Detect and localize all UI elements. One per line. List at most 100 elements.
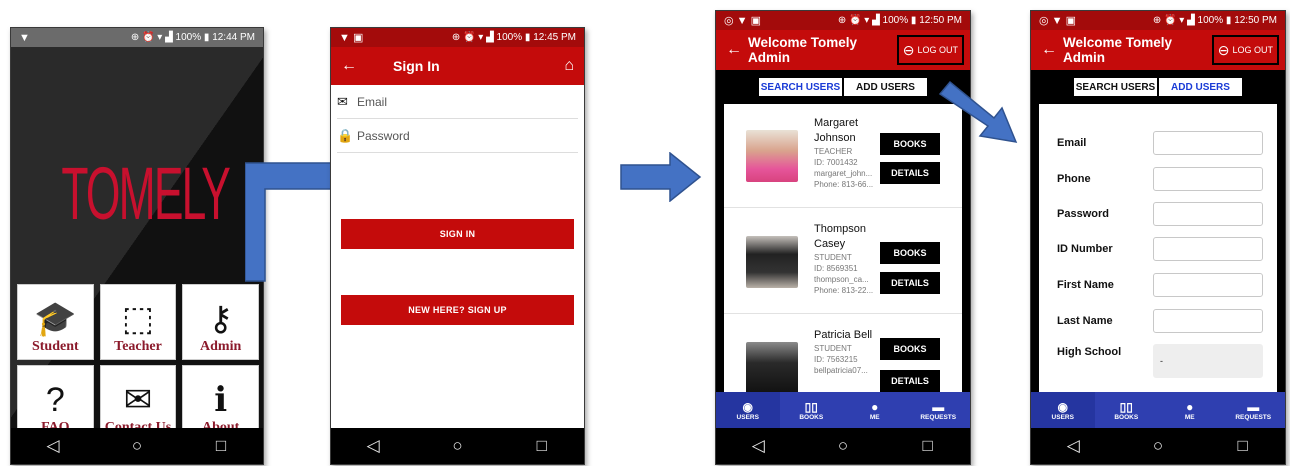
status-bar: ▼ ⊕ ⏰ ▾ ▟ 100% ▮ 12:44 PM (11, 28, 263, 47)
page-title: Welcome Tomely Admin (1063, 35, 1173, 65)
tab-search-users[interactable]: SEARCH USERS (1073, 77, 1158, 97)
sign-up-button[interactable]: NEW HERE? SIGN UP (341, 295, 574, 325)
signin-form: ✉ Email 🔒 Password SIGN IN NEW HERE? SIG… (331, 85, 584, 428)
home-nav-button[interactable]: ○ (823, 436, 863, 456)
back-nav-button[interactable]: ◁ (353, 436, 393, 456)
first-name-label: First Name (1057, 279, 1114, 291)
books-button[interactable]: BOOKS (880, 338, 940, 360)
list-item: Thompson Casey STUDENT ID: 8569351 thomp… (724, 210, 962, 314)
system-nav-bar: ◁ ○ □ (11, 428, 263, 464)
back-nav-button[interactable]: ◁ (33, 436, 73, 456)
bottom-nav-users[interactable]: ◉ USERS (1031, 392, 1095, 428)
flow-arrow-diagonal (938, 80, 1018, 143)
bottom-nav-me[interactable]: ● ME (843, 392, 907, 428)
chat-icon: ▬ (1247, 399, 1260, 414)
app-logo: TOMELY (61, 152, 230, 235)
id-number-input[interactable] (1153, 237, 1263, 261)
back-arrow-icon[interactable]: ← (1041, 41, 1063, 59)
status-time: 12:44 PM (212, 32, 255, 43)
page-title: Welcome Tomely Admin (748, 35, 858, 65)
recents-nav-button[interactable]: □ (201, 436, 241, 456)
system-nav-bar: ◁ ○ □ (1031, 428, 1285, 464)
tile-label: Admin (200, 339, 242, 354)
form-row-high-school: High School - (1057, 344, 1263, 378)
role-grid: 🎓 Student ⬚ Teacher ⚷ Admin ? FAQ ✉ Cont… (17, 284, 259, 441)
password-input[interactable] (1153, 202, 1263, 226)
back-nav-button[interactable]: ◁ (1053, 436, 1093, 456)
form-row-first-name: First Name (1057, 272, 1263, 298)
tab-add-users[interactable]: ADD USERS (843, 77, 928, 97)
details-button[interactable]: DETAILS (880, 370, 940, 392)
details-button[interactable]: DETAILS (880, 162, 940, 184)
email-field[interactable]: ✉ Email (337, 85, 578, 119)
bottom-nav-requests[interactable]: ▬ REQUESTS (907, 392, 971, 428)
list-item: Patricia Bell STUDENT ID: 7563215 bellpa… (724, 316, 962, 392)
book-icon: ▯▯ (1119, 399, 1133, 414)
home-nav-button[interactable]: ○ (437, 436, 477, 456)
tile-student[interactable]: 🎓 Student (17, 284, 94, 360)
tile-admin[interactable]: ⚷ Admin (182, 284, 259, 360)
user-list: Margaret Johnson TEACHER ID: 7001432 mar… (724, 104, 962, 392)
person-icon: ● (871, 399, 879, 414)
admin-add-phone: ◎ ▼ ▣ ⊕ ⏰ ▾ ▟ 100% ▮ 12:50 PM ← Welcome … (1030, 10, 1286, 465)
phone-input[interactable] (1153, 167, 1263, 191)
tab-search-users[interactable]: SEARCH USERS (758, 77, 843, 97)
last-name-label: Last Name (1057, 315, 1113, 327)
github-icon: ◉ (742, 399, 753, 414)
email-input[interactable] (1153, 131, 1263, 155)
notification-icons: ◎ ▼ ▣ (1039, 15, 1076, 27)
back-arrow-icon[interactable]: ← (341, 57, 369, 75)
email-placeholder: Email (357, 94, 388, 109)
admin-key-icon: ⚷ (208, 300, 234, 338)
envelope-icon: ✉ (337, 93, 348, 109)
recents-nav-button[interactable]: □ (908, 436, 948, 456)
battery-level: 100% (496, 32, 523, 43)
tab-strip: SEARCH USERS ADD USERS (716, 70, 970, 104)
status-time: 12:50 PM (919, 15, 962, 26)
page-title: Sign In (393, 58, 440, 74)
bottom-nav-users[interactable]: ◉ USERS (716, 392, 780, 428)
system-nav-bar: ◁ ○ □ (331, 428, 584, 464)
notification-icons: ◎ ▼ ▣ (724, 15, 761, 27)
tabs: SEARCH USERS ADD USERS (1073, 77, 1243, 97)
home-nav-button[interactable]: ○ (1138, 436, 1178, 456)
back-nav-button[interactable]: ◁ (738, 436, 778, 456)
bottom-nav-books[interactable]: ▯▯ BOOKS (780, 392, 844, 428)
form-row-last-name: Last Name (1057, 308, 1263, 334)
password-field[interactable]: 🔒 Password (337, 119, 578, 153)
sign-in-button[interactable]: SIGN IN (341, 219, 574, 249)
avatar (746, 342, 798, 392)
logout-button[interactable]: ⊖ LOG OUT (896, 35, 964, 65)
tab-strip: SEARCH USERS ADD USERS (1031, 70, 1285, 104)
logout-button[interactable]: ⊖ LOG OUT (1211, 35, 1279, 65)
battery-level: 100% (1197, 15, 1224, 26)
recents-nav-button[interactable]: □ (1223, 436, 1263, 456)
tab-add-users[interactable]: ADD USERS (1158, 77, 1243, 97)
status-bar: ◎ ▼ ▣ ⊕ ⏰ ▾ ▟ 100% ▮ 12:50 PM (1031, 11, 1285, 30)
id-number-label: ID Number (1057, 243, 1113, 255)
person-icon: ● (1186, 399, 1194, 414)
high-school-select[interactable]: - (1153, 344, 1263, 378)
books-button[interactable]: BOOKS (880, 242, 940, 264)
recents-nav-button[interactable]: □ (522, 436, 562, 456)
flow-arrow-right (620, 152, 702, 202)
first-name-input[interactable] (1153, 273, 1263, 297)
bottom-nav-requests[interactable]: ▬ REQUESTS (1222, 392, 1286, 428)
back-arrow-icon[interactable]: ← (726, 41, 748, 59)
details-button[interactable]: DETAILS (880, 272, 940, 294)
signin-app-bar: ← Sign In ⌂ (331, 47, 584, 85)
phone-label: Phone (1057, 173, 1091, 185)
home-nav-button[interactable]: ○ (117, 436, 157, 456)
books-button[interactable]: BOOKS (880, 133, 940, 155)
envelope-icon: ✉ (123, 381, 153, 419)
add-user-form: Email Phone Password ID Number First Nam… (1039, 104, 1277, 392)
last-name-input[interactable] (1153, 309, 1263, 333)
tile-teacher[interactable]: ⬚ Teacher (99, 284, 177, 360)
home-icon[interactable]: ⌂ (564, 57, 574, 75)
password-placeholder: Password (357, 128, 410, 143)
bottom-nav-books[interactable]: ▯▯ BOOKS (1095, 392, 1159, 428)
email-label: Email (1057, 137, 1087, 149)
bottom-nav-me[interactable]: ● ME (1158, 392, 1222, 428)
info-bubble-icon: ℹ (214, 381, 228, 419)
status-bar: ▼ ▣ ⊕ ⏰ ▾ ▟ 100% ▮ 12:45 PM (331, 28, 584, 47)
